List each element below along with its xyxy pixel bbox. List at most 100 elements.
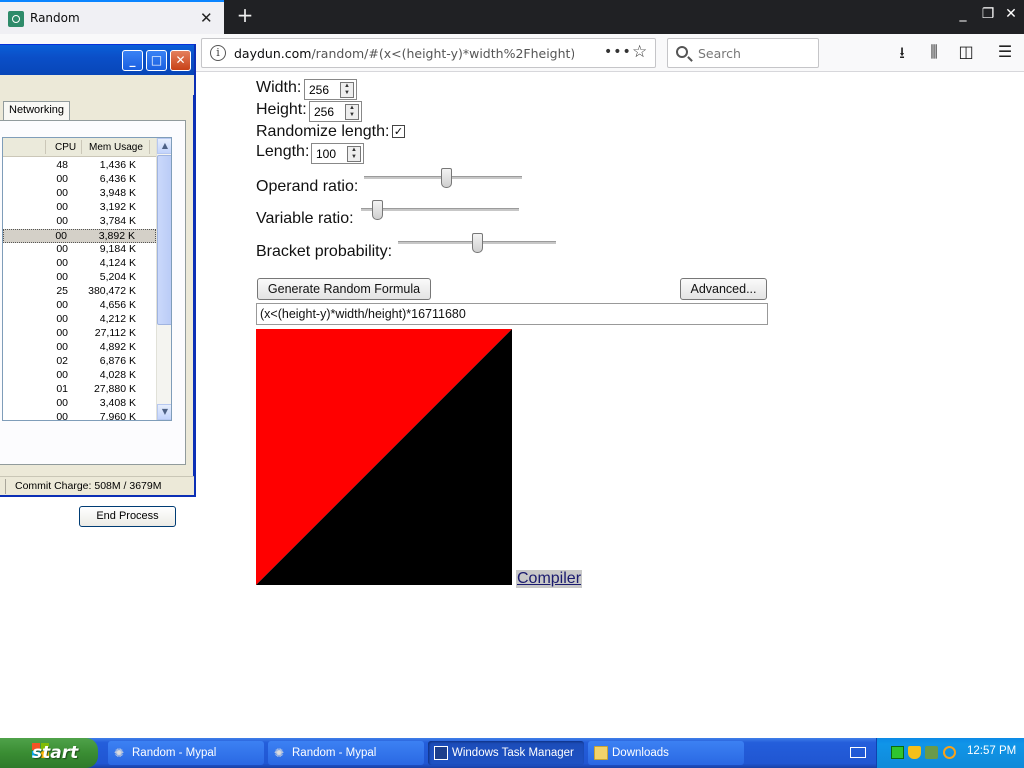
keyboard-icon[interactable] xyxy=(850,747,866,758)
process-list-scrollbar[interactable]: ▲ ▼ xyxy=(156,138,171,420)
url-path: /random/#(x<(height-y)*width%2Fheight)*1… xyxy=(311,46,574,61)
browser-tab[interactable]: Random ✕ xyxy=(0,0,224,34)
table-row[interactable]: 00 3,784 K xyxy=(3,215,156,229)
table-row[interactable]: 00 4,892 K xyxy=(3,341,156,355)
url-bar[interactable]: i daydun.com/random/#(x<(height-y)*width… xyxy=(201,38,656,68)
compiler-link[interactable]: Compiler xyxy=(516,570,583,588)
table-row[interactable]: 01 27,880 K xyxy=(3,383,156,397)
table-row[interactable]: 00 7,960 K xyxy=(3,411,156,420)
search-bar[interactable]: Search xyxy=(667,38,819,68)
close-tab-icon[interactable]: ✕ xyxy=(200,9,213,27)
mem-cell: 4,656 K xyxy=(99,299,136,311)
height-spinner-icon[interactable]: ▲ ▼ xyxy=(345,104,359,120)
cpu-cell: 00 xyxy=(55,230,67,242)
mem-cell: 4,124 K xyxy=(99,257,136,269)
table-row[interactable]: 25 380,472 K xyxy=(3,285,156,299)
end-process-button[interactable]: End Process xyxy=(79,506,176,527)
security-shield-icon[interactable] xyxy=(908,746,921,759)
scroll-thumb[interactable] xyxy=(157,155,171,325)
site-info-icon[interactable]: i xyxy=(210,45,226,61)
mem-cell: 4,028 K xyxy=(99,369,136,381)
table-row[interactable]: 48 1,436 K xyxy=(3,159,156,173)
minimize-window-icon[interactable]: _ xyxy=(952,6,974,22)
table-row[interactable]: 00 4,028 K xyxy=(3,369,156,383)
taskbar-item-downloads[interactable]: Downloads xyxy=(588,741,744,765)
width-input[interactable]: 256 ▲ ▼ xyxy=(304,79,357,100)
scroll-down-icon[interactable]: ▼ xyxy=(157,404,171,420)
advanced-button[interactable]: Advanced... xyxy=(680,278,767,300)
cpu-cell: 00 xyxy=(56,327,68,339)
height-input[interactable]: 256 ▲ ▼ xyxy=(309,101,362,122)
cpu-cell: 00 xyxy=(56,271,68,283)
task-manager-titlebar[interactable]: _ □ ✕ xyxy=(0,45,194,75)
sidebar-icon[interactable]: ◫ xyxy=(955,42,977,61)
tm-minimize-icon[interactable]: _ xyxy=(122,50,143,71)
page-actions-icon[interactable]: ••• xyxy=(604,44,632,60)
tm-close-icon[interactable]: ✕ xyxy=(170,50,191,71)
search-tray-icon[interactable] xyxy=(943,746,956,759)
folder-icon xyxy=(594,746,608,760)
taskbar-item-random-mypal-1[interactable]: ✺ Random - Mypal xyxy=(108,741,264,765)
table-row[interactable]: 00 4,656 K xyxy=(3,299,156,313)
start-button[interactable]: start xyxy=(0,738,98,768)
mem-cell: 3,192 K xyxy=(99,201,136,213)
taskbar: start ✺ Random - Mypal ✺ Random - Mypal … xyxy=(0,738,1024,768)
length-spinner-icon[interactable]: ▲ ▼ xyxy=(347,146,361,162)
battery-icon[interactable] xyxy=(891,746,904,759)
mem-cell: 5,204 K xyxy=(99,271,136,283)
bookmark-star-icon[interactable]: ☆ xyxy=(632,42,647,62)
cpu-cell: 00 xyxy=(56,187,68,199)
taskbar-item-label: Random - Mypal xyxy=(132,747,217,759)
operand-slider-thumb[interactable] xyxy=(441,168,453,188)
process-list-header: CPU Mem Usage xyxy=(3,138,156,157)
table-row[interactable]: 02 6,876 K xyxy=(3,355,156,369)
table-row[interactable]: 00 3,892 K xyxy=(3,229,156,243)
library-icon[interactable]: ⫼ xyxy=(923,42,945,62)
menu-icon[interactable]: ☰ xyxy=(994,42,1016,61)
cpu-cell: 02 xyxy=(56,355,68,367)
table-row[interactable]: 00 27,112 K xyxy=(3,327,156,341)
mypal-app-icon: ✺ xyxy=(114,746,125,760)
mem-cell: 3,892 K xyxy=(98,230,135,242)
network-icon[interactable] xyxy=(925,746,938,759)
cpu-cell: 00 xyxy=(56,257,68,269)
scroll-up-icon[interactable]: ▲ xyxy=(157,138,171,154)
width-spinner-icon[interactable]: ▲ ▼ xyxy=(340,82,354,98)
close-window-icon[interactable]: ✕ xyxy=(1000,6,1022,22)
table-row[interactable]: 00 6,436 K xyxy=(3,173,156,187)
table-row[interactable]: 00 3,192 K xyxy=(3,201,156,215)
cpu-cell: 00 xyxy=(56,341,68,353)
width-label: Width: xyxy=(256,79,302,96)
mem-cell: 380,472 K xyxy=(88,285,136,297)
column-mem-usage[interactable]: Mem Usage xyxy=(89,142,143,153)
mem-cell: 6,876 K xyxy=(99,355,136,367)
variable-ratio-label: Variable ratio: xyxy=(256,210,354,227)
table-row[interactable]: 00 4,212 K xyxy=(3,313,156,327)
restore-window-icon[interactable]: ❐ xyxy=(977,6,999,22)
mem-cell: 3,784 K xyxy=(99,215,136,227)
tm-maximize-icon[interactable]: □ xyxy=(146,50,167,71)
generate-random-formula-button[interactable]: Generate Random Formula xyxy=(257,278,431,300)
table-row[interactable]: 00 9,184 K xyxy=(3,243,156,257)
cpu-cell: 00 xyxy=(56,201,68,213)
table-row[interactable]: 00 4,124 K xyxy=(3,257,156,271)
tab-networking[interactable]: Networking xyxy=(3,101,71,120)
table-row[interactable]: 00 3,408 K xyxy=(3,397,156,411)
new-tab-button[interactable]: + xyxy=(232,3,258,29)
table-row[interactable]: 00 5,204 K xyxy=(3,271,156,285)
length-input[interactable]: 100 ▲ ▼ xyxy=(311,143,364,164)
url-text[interactable]: daydun.com/random/#(x<(height-y)*width%2… xyxy=(234,46,574,61)
variable-slider-thumb[interactable] xyxy=(371,200,383,220)
taskbar-item-task-manager[interactable]: Windows Task Manager xyxy=(428,741,584,765)
randomize-length-checkbox[interactable]: ✓ xyxy=(392,125,405,138)
variable-slider-track xyxy=(361,208,519,211)
cpu-cell: 00 xyxy=(56,313,68,325)
taskbar-item-random-mypal-2[interactable]: ✺ Random - Mypal xyxy=(268,741,424,765)
process-list[interactable]: CPU Mem Usage 48 1,436 K 00 6,436 K 00 3,948 … xyxy=(2,137,172,421)
formula-input[interactable]: (x<(height-y)*width/height)*16711680 xyxy=(256,303,768,325)
table-row[interactable]: 00 3,948 K xyxy=(3,187,156,201)
bracket-slider-thumb[interactable] xyxy=(472,233,483,253)
column-cpu[interactable]: CPU xyxy=(55,142,76,153)
taskbar-item-label: Random - Mypal xyxy=(292,747,377,759)
downloads-icon[interactable]: ⭳ xyxy=(891,42,913,69)
